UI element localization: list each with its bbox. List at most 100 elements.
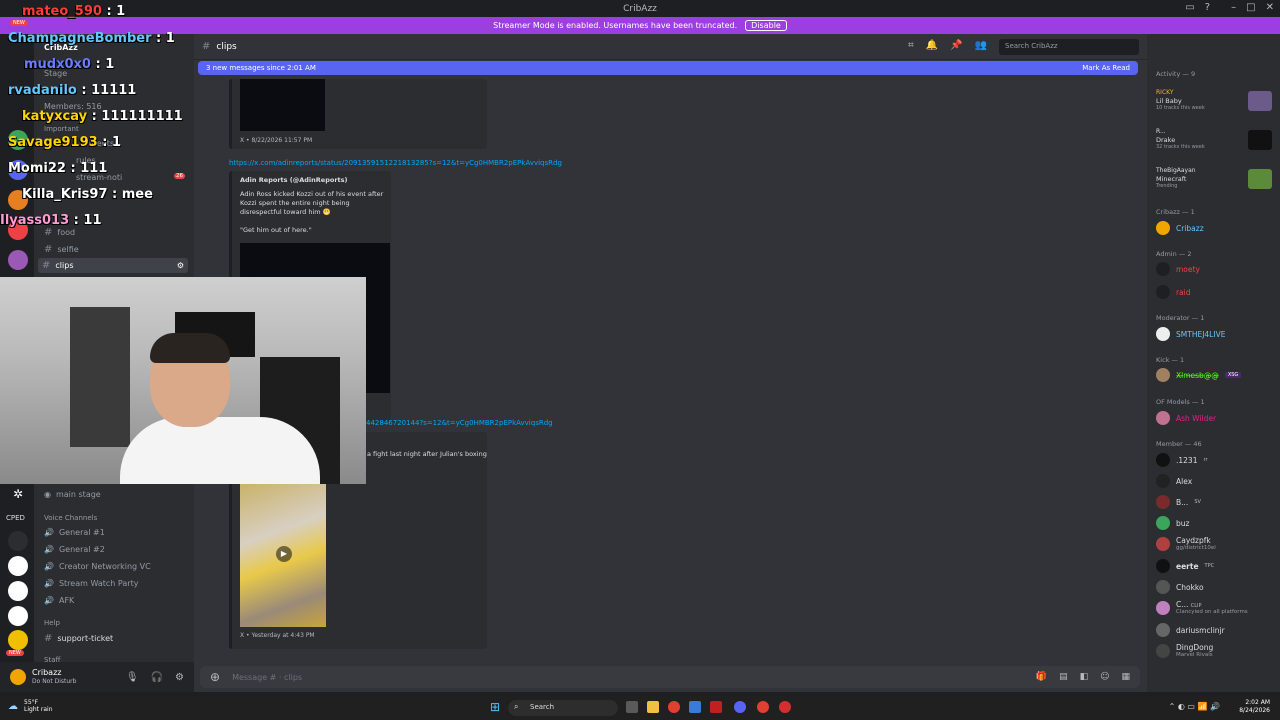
embed-author[interactable]: Adin Reports (@AdinReports)	[240, 176, 347, 185]
minimize-icon[interactable]: –	[1231, 2, 1236, 13]
member-item[interactable]: Chokko	[1156, 580, 1204, 594]
task-view-icon[interactable]	[626, 701, 638, 713]
category-important[interactable]: Important	[44, 125, 79, 133]
message-input[interactable]: Message # · clips	[232, 673, 302, 682]
weather-widget[interactable]: 55°F Light rain	[24, 699, 53, 713]
settings-icon[interactable]: ⚙	[177, 261, 184, 270]
bell-icon[interactable]: 🔔	[926, 40, 938, 51]
play-icon[interactable]: ▶	[276, 546, 292, 562]
help-icon[interactable]: ?	[1205, 2, 1210, 13]
channel-selfie[interactable]: # selfie	[44, 244, 79, 255]
channel-support-ticket[interactable]: # support-ticket	[44, 633, 113, 644]
member-item[interactable]: eerte TPC	[1156, 559, 1214, 573]
embed-text: a fight last night after Julian's boxing	[367, 450, 487, 458]
weather-icon[interactable]: ☁	[8, 701, 18, 712]
new-messages-bar[interactable]: 3 new messages since 2:01 AM Mark As Rea…	[198, 61, 1138, 75]
role-header: Cribazz — 1	[1156, 208, 1195, 216]
member-item[interactable]: SMTHEJ4LIVE	[1156, 327, 1225, 341]
channel-label: selfie	[57, 245, 79, 254]
server-icon[interactable]	[8, 250, 28, 270]
voice-channel[interactable]: 🔊 Stream Watch Party	[44, 579, 138, 588]
message-link[interactable]: 442846720144?s=12&t=yCg0HMBR2pEPkAvviqsR…	[366, 419, 553, 427]
file-explorer-icon[interactable]	[647, 701, 659, 713]
search-input[interactable]: Search CribAzz	[999, 39, 1139, 55]
add-attachment-icon[interactable]: ⊕	[210, 670, 220, 684]
chat-user: Ilyass013	[0, 213, 70, 228]
system-tray-icons[interactable]: ⌃ ◐ ▭ 📶 🔊	[1169, 702, 1220, 711]
app-icon[interactable]	[689, 701, 701, 713]
inbox-icon[interactable]: ▭	[1185, 2, 1194, 13]
member-item[interactable]: C... CLIP Clancyied on all platforms	[1156, 600, 1248, 615]
gear-icon[interactable]: ✲	[8, 484, 28, 504]
threads-icon[interactable]: ⌗	[908, 40, 914, 51]
gift-icon[interactable]: 🎁	[1036, 672, 1047, 682]
category-help[interactable]: Help	[44, 619, 60, 627]
chat-line: mateo_590 : 1	[22, 4, 125, 19]
pin-icon[interactable]: 📌	[950, 40, 962, 51]
voice-channel[interactable]: 🔊 Creator Networking VC	[44, 562, 151, 571]
message-composer[interactable]: ⊕ Message # · clips 🎁 ▤ ◧ ☺ ▦	[200, 666, 1140, 688]
gear-icon[interactable]: ⚙	[175, 672, 184, 683]
chrome-icon[interactable]	[757, 701, 769, 713]
member-item[interactable]: B... SV	[1156, 495, 1201, 509]
activity-item[interactable]: TheBigAayan Minecraft Trending	[1156, 167, 1274, 189]
emoji-icon[interactable]: ☺	[1100, 672, 1109, 682]
chat-user: ChampagneBomber	[8, 31, 152, 46]
app-icon[interactable]	[779, 701, 791, 713]
member-item[interactable]: dariusmclinjr	[1156, 623, 1225, 637]
app-icon[interactable]	[710, 701, 722, 713]
activity-item[interactable]: R... Drake 32 tracks this week	[1156, 128, 1274, 150]
member-item[interactable]: .1231 rr	[1156, 453, 1208, 467]
server-icon[interactable]	[8, 606, 28, 626]
headphones-icon[interactable]: 🎧	[151, 672, 163, 683]
embed-image[interactable]	[240, 79, 325, 131]
member-item[interactable]: X̶l̶m̶e̶s̶b̶@̶@̶ XSG	[1156, 368, 1242, 382]
voice-channel[interactable]: 🔊 General #2	[44, 545, 105, 554]
avatar	[1156, 327, 1170, 341]
disable-streamer-mode-button[interactable]: Disable	[745, 20, 787, 31]
member-item[interactable]: raid	[1156, 285, 1191, 299]
member-item[interactable]: Alex	[1156, 474, 1192, 488]
member-item[interactable]: DingDong Marvel Rivals	[1156, 643, 1213, 658]
channel-label: AFK	[58, 596, 75, 605]
message-link[interactable]: https://x.com/adinreports/status/2091359…	[229, 159, 562, 167]
embed-video[interactable]: ▶	[240, 484, 326, 627]
taskbar-clock[interactable]: 2:02 AM 8/24/2026	[1239, 699, 1270, 715]
server-icon[interactable]	[8, 630, 28, 650]
user-name: Cribazz	[32, 668, 62, 678]
taskbar-search[interactable]: Search	[508, 700, 618, 716]
sticker-icon[interactable]: ◧	[1080, 672, 1089, 682]
member-item[interactable]: moety	[1156, 262, 1200, 276]
server-icon[interactable]	[8, 531, 28, 551]
mark-as-read-button[interactable]: Mark As Read	[1082, 64, 1130, 72]
discord-taskbar-icon[interactable]	[734, 701, 746, 713]
channel-food[interactable]: # food	[44, 227, 75, 238]
mention-badge: 26	[174, 173, 185, 179]
voice-channel[interactable]: 🔊 AFK	[44, 596, 74, 605]
windows-start-icon[interactable]: ⊞	[490, 700, 500, 714]
channel-main-stage[interactable]: ◉ main stage	[44, 490, 101, 499]
maximize-icon[interactable]: □	[1246, 2, 1255, 13]
close-icon[interactable]: ✕	[1266, 2, 1274, 13]
avatar	[1156, 536, 1170, 551]
chrome-icon[interactable]	[668, 701, 680, 713]
server-icon[interactable]	[8, 581, 28, 601]
channel-clips[interactable]: # clips ⚙	[38, 258, 188, 273]
member-item[interactable]: Cribazz	[1156, 221, 1204, 235]
voice-channel[interactable]: 🔊 General #1	[44, 528, 105, 537]
category-voice[interactable]: Voice Channels	[44, 514, 97, 522]
avatar	[1156, 368, 1170, 382]
embed-footer: X • 8/22/2026 11:57 PM	[240, 137, 313, 144]
members-icon[interactable]: 👥	[975, 40, 987, 51]
member-item[interactable]: Ash Wilder	[1156, 411, 1216, 425]
member-item[interactable]: buz	[1156, 516, 1189, 530]
member-item[interactable]: Caydzpfk gg/district10el	[1156, 536, 1216, 551]
gif-icon[interactable]: ▤	[1059, 672, 1068, 682]
activity-item[interactable]: RICKY Lil Baby 10 tracks this week	[1156, 89, 1274, 111]
avatar[interactable]	[10, 669, 26, 685]
microphone-icon[interactable]: 🎙	[126, 672, 139, 683]
server-icon[interactable]	[8, 556, 28, 576]
avatar	[1156, 580, 1170, 594]
apps-icon[interactable]: ▦	[1121, 672, 1130, 682]
hash-icon: #	[44, 633, 53, 644]
